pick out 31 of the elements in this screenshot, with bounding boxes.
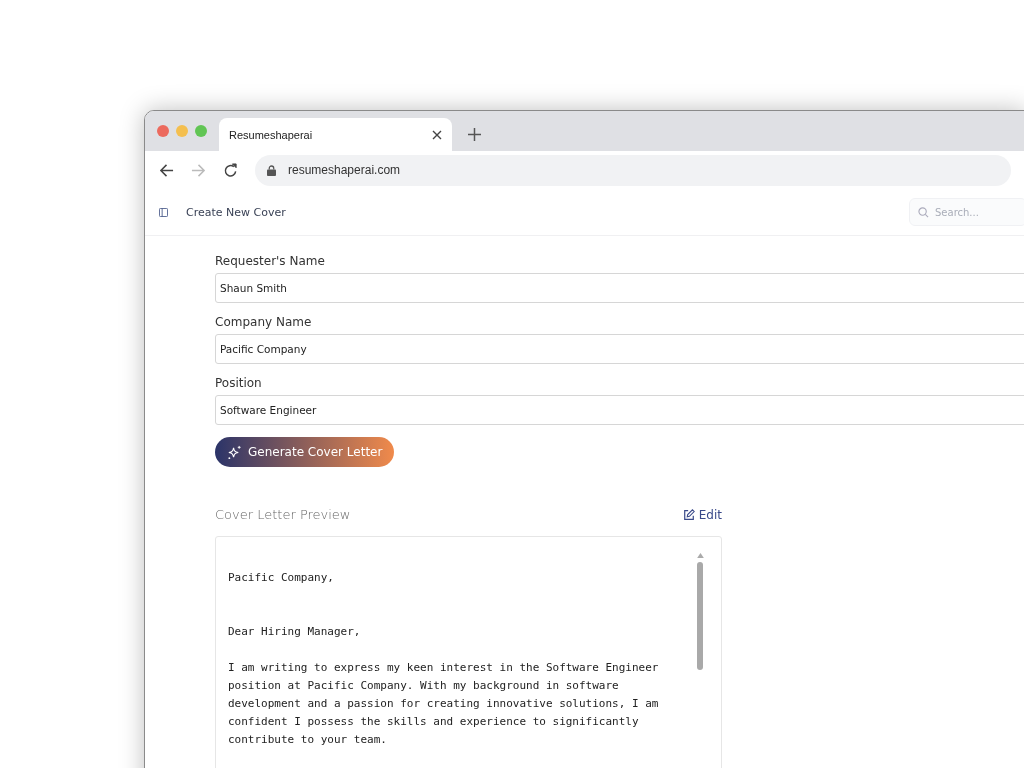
scroll-up-icon[interactable]: [696, 553, 704, 558]
address-bar[interactable]: resumeshaperai.com: [255, 154, 1011, 186]
input-field[interactable]: Shaun Smith: [215, 273, 1024, 303]
page-title: Create New Cover: [186, 205, 286, 219]
minimize-window-icon[interactable]: [176, 125, 188, 137]
maximize-window-icon[interactable]: [195, 125, 207, 137]
browser-tab[interactable]: Resumeshaperai: [219, 118, 452, 151]
letter-paragraph: Dear Hiring Manager,: [228, 624, 362, 640]
sparkle-icon: [227, 444, 242, 460]
reload-icon[interactable]: [223, 162, 238, 178]
section-title: Cover Letter Preview: [215, 507, 351, 522]
field-label: Requester's Name: [215, 254, 326, 268]
back-icon[interactable]: [159, 162, 174, 178]
close-window-icon[interactable]: [157, 125, 169, 137]
close-icon[interactable]: [432, 129, 442, 140]
field-label: Position: [215, 376, 263, 390]
lock-icon: [267, 164, 276, 176]
forward-icon[interactable]: [191, 162, 206, 178]
new-tab-icon[interactable]: [468, 128, 481, 141]
letter-paragraph: I am writing to express my keen interest in the Software Engineer position at Pacific Company. With my background in software development and a passion for creating innovative solutions, I am confident I possess the skills and experience to significantly contribute to your team.: [228, 660, 660, 748]
edit-icon: [682, 508, 695, 521]
input-field[interactable]: Software Engineer: [215, 395, 1024, 425]
field-label: Company Name: [215, 315, 313, 329]
search-input[interactable]: Search...: [935, 206, 997, 218]
edit-link[interactable]: Edit: [682, 507, 722, 522]
generate-button[interactable]: Generate Cover Letter: [215, 437, 395, 467]
letter-paragraph: Pacific Company,: [228, 570, 335, 586]
sidebar-toggle-icon[interactable]: [159, 207, 168, 217]
search-field[interactable]: Search...: [909, 198, 1024, 226]
search-icon: [918, 206, 929, 218]
input-field[interactable]: Pacific Company: [215, 334, 1024, 364]
